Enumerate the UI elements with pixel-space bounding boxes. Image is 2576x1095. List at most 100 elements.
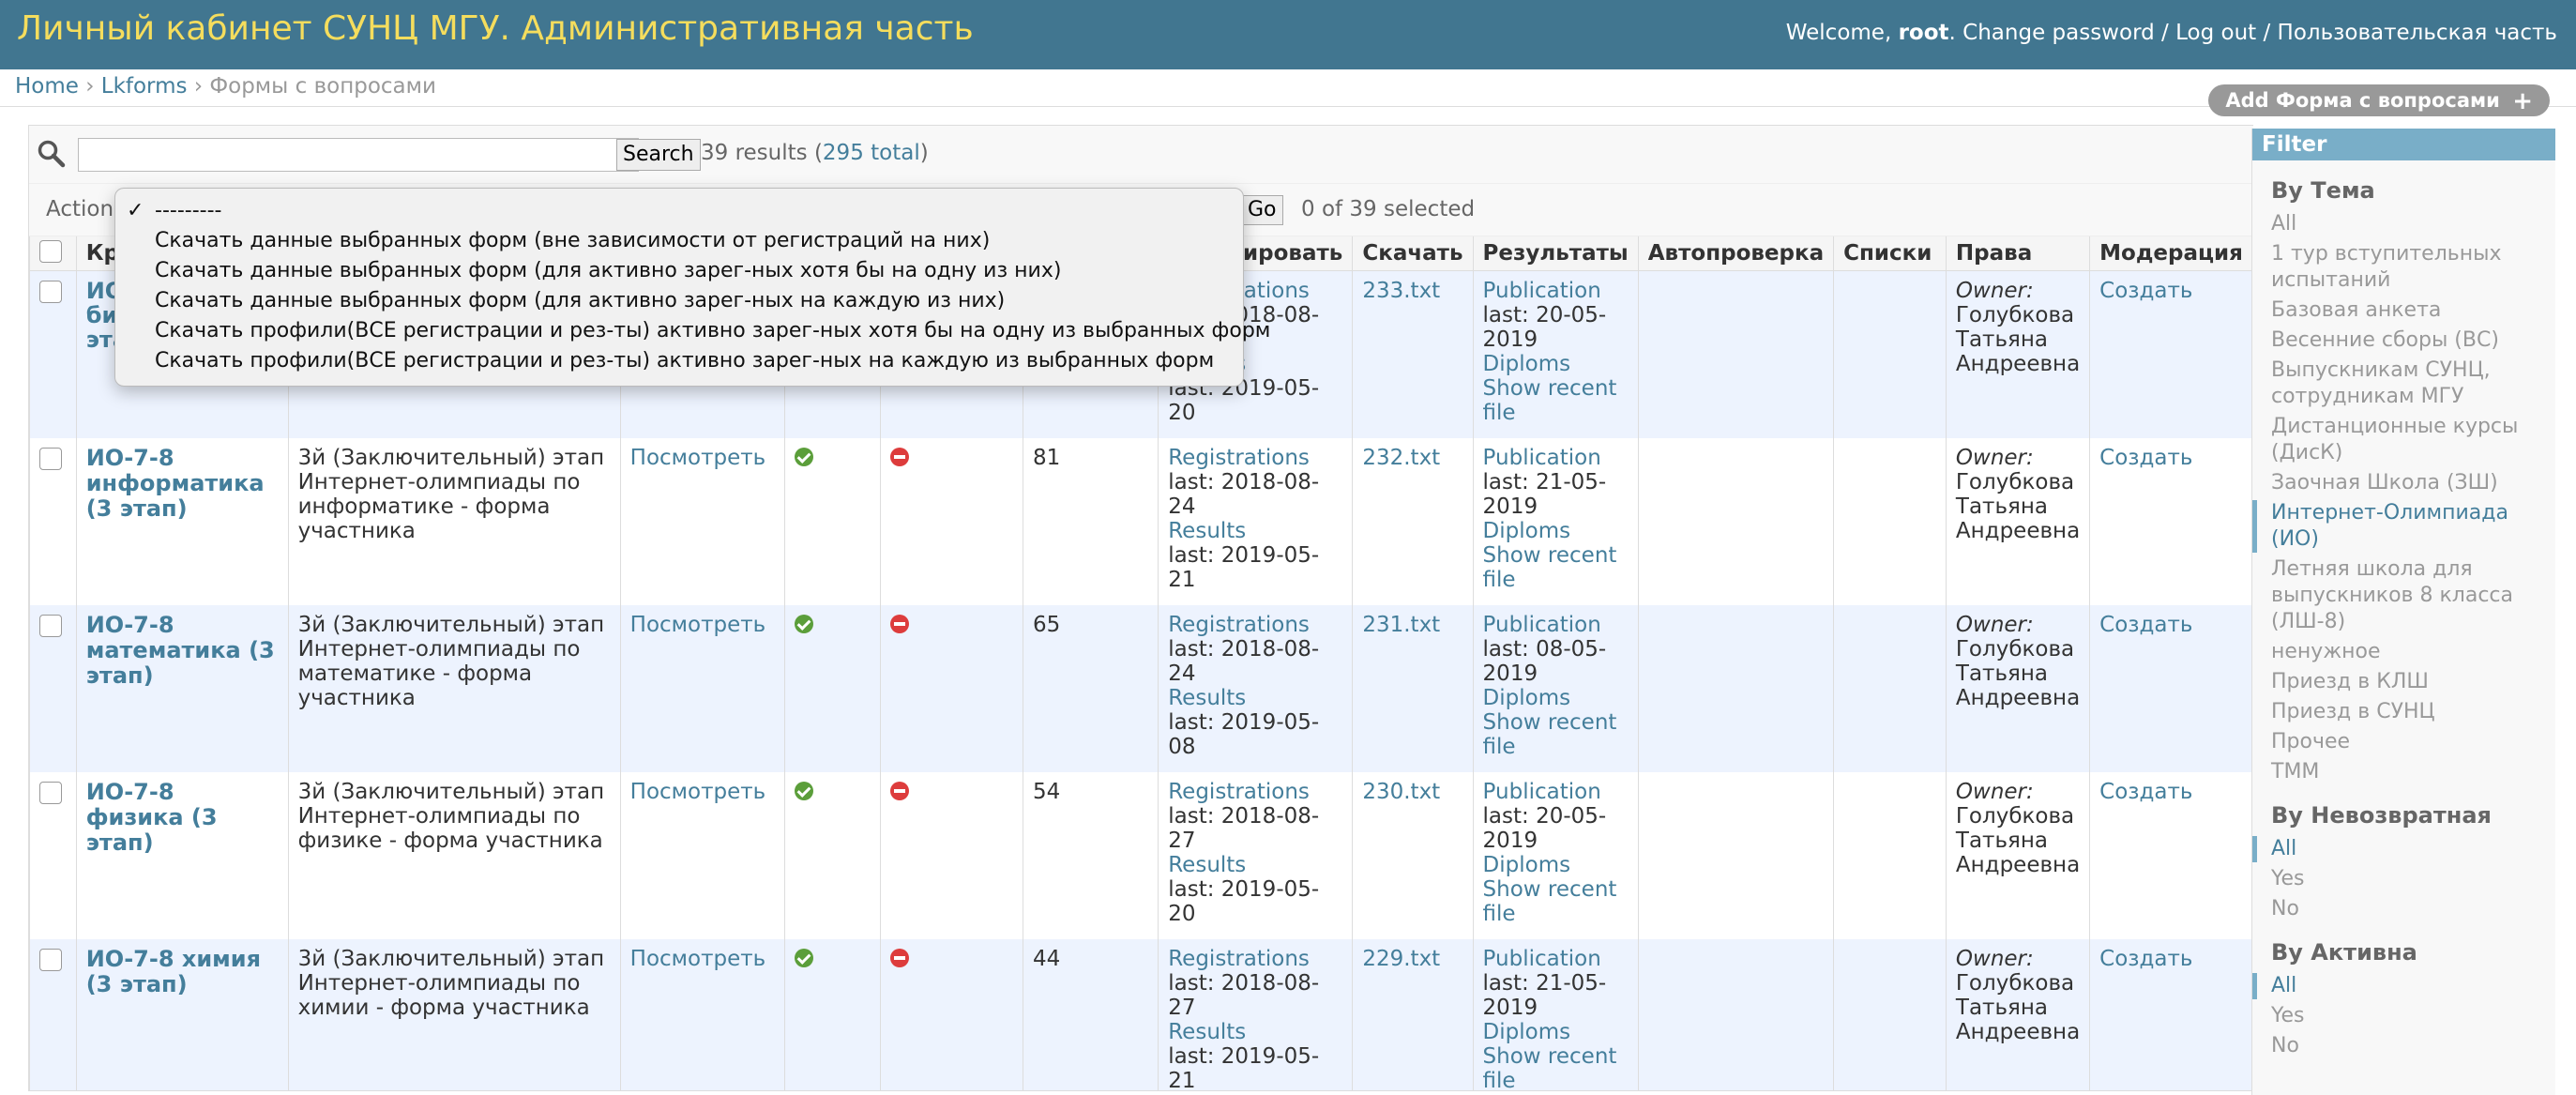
filter-option[interactable]: 1 тур вступительных испытаний: [2271, 241, 2544, 294]
diplomas-link[interactable]: Diploms: [1483, 1020, 1629, 1044]
publication-link[interactable]: Publication: [1483, 279, 1629, 303]
row-checkbox[interactable]: [39, 281, 62, 303]
select-all-checkbox[interactable]: [39, 240, 62, 263]
filter-option[interactable]: All: [2271, 211, 2544, 237]
action-go-button[interactable]: Go: [1241, 195, 1283, 225]
results-link[interactable]: Results: [1168, 853, 1342, 877]
show-recent-link[interactable]: Show recent file: [1483, 710, 1629, 759]
results-link[interactable]: Results: [1168, 1020, 1342, 1044]
filter-option[interactable]: Заочная Школа (ЗШ): [2271, 470, 2544, 496]
view-link[interactable]: Посмотреть: [630, 613, 766, 637]
row-checkbox[interactable]: [39, 781, 62, 804]
search-icon: [37, 139, 67, 173]
filter-option[interactable]: No: [2271, 1033, 2544, 1059]
show-recent-link[interactable]: Show recent file: [1483, 877, 1629, 926]
results-last: last: 2019-05-21: [1168, 1043, 1320, 1091]
download-file-link[interactable]: 231.txt: [1362, 613, 1440, 637]
diplomas-link[interactable]: Diploms: [1483, 519, 1629, 543]
breadcrumb-home[interactable]: Home: [15, 74, 79, 99]
registrations-link[interactable]: Registrations: [1168, 613, 1342, 637]
menu-item-empty[interactable]: ✓ ---------: [115, 196, 1243, 226]
results-link[interactable]: Results: [1168, 686, 1342, 710]
column-header-moderation[interactable]: Модерация: [2089, 236, 2253, 271]
download-file-link[interactable]: 233.txt: [1362, 279, 1440, 303]
menu-item-download-any[interactable]: Скачать данные выбранных форм (для актив…: [115, 256, 1243, 286]
results-link[interactable]: Results: [1168, 519, 1342, 543]
column-header-download[interactable]: Скачать: [1352, 236, 1474, 271]
search-input[interactable]: [78, 138, 639, 172]
user-part-link[interactable]: Пользовательская часть: [2278, 21, 2557, 45]
filter-option[interactable]: No: [2271, 896, 2544, 922]
row-rights-cell: Owner: Голубкова Татьяна Андреевна: [1945, 270, 2090, 438]
row-title-link[interactable]: ИО-7-8 химия (3 этап): [86, 946, 261, 997]
action-select-menu[interactable]: ✓ --------- Скачать данные выбранных фор…: [114, 188, 1270, 387]
separator: /: [2263, 21, 2271, 45]
view-link[interactable]: Посмотреть: [630, 446, 766, 470]
publication-link[interactable]: Publication: [1483, 780, 1629, 804]
row-checkbox[interactable]: [39, 614, 62, 637]
menu-item-download-all[interactable]: Скачать данные выбранных форм (вне завис…: [115, 226, 1243, 256]
add-form-button[interactable]: Add Форма с вопросами +: [2208, 84, 2550, 116]
create-link[interactable]: Создать: [2099, 279, 2192, 303]
yes-icon: [794, 948, 813, 967]
filter-option[interactable]: Базовая анкета: [2271, 297, 2544, 324]
download-file-link[interactable]: 230.txt: [1362, 780, 1440, 804]
row-checkbox[interactable]: [39, 948, 62, 971]
diplomas-link[interactable]: Diploms: [1483, 853, 1629, 877]
total-link[interactable]: 295 total: [823, 141, 920, 165]
row-title-link[interactable]: ИО-7-8 математика (3 этап): [86, 612, 275, 689]
filter-option[interactable]: Приезд в КЛШ: [2271, 669, 2544, 695]
menu-item-profiles-each[interactable]: Скачать профили(ВСЕ регистрации и рез-ты…: [115, 346, 1243, 376]
row-title-link[interactable]: ИО-7-8 информатика (3 этап): [86, 445, 265, 522]
show-recent-link[interactable]: Show recent file: [1483, 543, 1629, 592]
row-results-cell: Publication last: 20-05-2019 Diploms Sho…: [1472, 771, 1639, 939]
row-checkbox[interactable]: [39, 447, 62, 470]
download-file-link[interactable]: 232.txt: [1362, 446, 1440, 470]
column-header-autocheck[interactable]: Автопроверка: [1637, 236, 1835, 271]
show-recent-link[interactable]: Show recent file: [1483, 376, 1629, 425]
registrations-link[interactable]: Registrations: [1168, 446, 1342, 470]
create-link[interactable]: Создать: [2099, 947, 2192, 971]
change-password-link[interactable]: Change password: [1962, 21, 2155, 45]
create-link[interactable]: Создать: [2099, 780, 2192, 804]
filter-option[interactable]: Летняя школа для выпускников 8 класса (Л…: [2271, 556, 2544, 635]
publication-link[interactable]: Publication: [1483, 947, 1629, 971]
filter-option[interactable]: Дистанционные курсы (ДисК): [2271, 414, 2544, 466]
diplomas-link[interactable]: Diploms: [1483, 352, 1629, 376]
breadcrumb-app[interactable]: Lkforms: [101, 74, 188, 99]
row-title-link[interactable]: ИО-7-8 физика (3 этап): [86, 779, 218, 856]
filter-option[interactable]: ненужное: [2271, 639, 2544, 665]
view-link[interactable]: Посмотреть: [630, 780, 766, 804]
create-link[interactable]: Создать: [2099, 613, 2192, 637]
view-link[interactable]: Посмотреть: [630, 947, 766, 971]
column-header-results[interactable]: Результаты: [1472, 236, 1639, 271]
filter-option-selected[interactable]: Интернет-Олимпиада (ИО): [2252, 500, 2544, 553]
row-title-cell: ИО-7-8 математика (3 этап): [75, 604, 289, 772]
filter-option[interactable]: Выпускникам СУНЦ, сотрудникам МГУ: [2271, 357, 2544, 410]
publication-link[interactable]: Publication: [1483, 613, 1629, 637]
search-button[interactable]: Search: [616, 139, 701, 171]
filter-option[interactable]: ТММ: [2271, 759, 2544, 785]
no-icon: [890, 948, 910, 967]
filter-option[interactable]: Прочее: [2271, 729, 2544, 755]
filter-option[interactable]: Yes: [2271, 1003, 2544, 1029]
filter-option-selected[interactable]: All: [2252, 973, 2544, 999]
logout-link[interactable]: Log out: [2175, 21, 2256, 45]
filter-option[interactable]: Yes: [2271, 866, 2544, 892]
filter-option[interactable]: Приезд в СУНЦ: [2271, 699, 2544, 725]
filter-option[interactable]: Весенние сборы (ВС): [2271, 327, 2544, 354]
registrations-link[interactable]: Registrations: [1168, 780, 1342, 804]
menu-item-profiles-any[interactable]: Скачать профили(ВСЕ регистрации и рез-ты…: [115, 316, 1270, 346]
site-title: Личный кабинет СУНЦ МГУ. Административна…: [17, 9, 974, 48]
show-recent-link[interactable]: Show recent file: [1483, 1044, 1629, 1091]
download-file-link[interactable]: 229.txt: [1362, 947, 1440, 971]
registrations-link[interactable]: Registrations: [1168, 947, 1342, 971]
column-header-rights[interactable]: Права: [1945, 236, 2091, 271]
create-link[interactable]: Создать: [2099, 446, 2192, 470]
filter-option-selected[interactable]: All: [2252, 836, 2544, 862]
select-all-header: [29, 236, 77, 271]
menu-item-download-each[interactable]: Скачать данные выбранных форм (для актив…: [115, 286, 1243, 316]
diplomas-link[interactable]: Diploms: [1483, 686, 1629, 710]
publication-link[interactable]: Publication: [1483, 446, 1629, 470]
column-header-lists[interactable]: Списки: [1833, 236, 1947, 271]
